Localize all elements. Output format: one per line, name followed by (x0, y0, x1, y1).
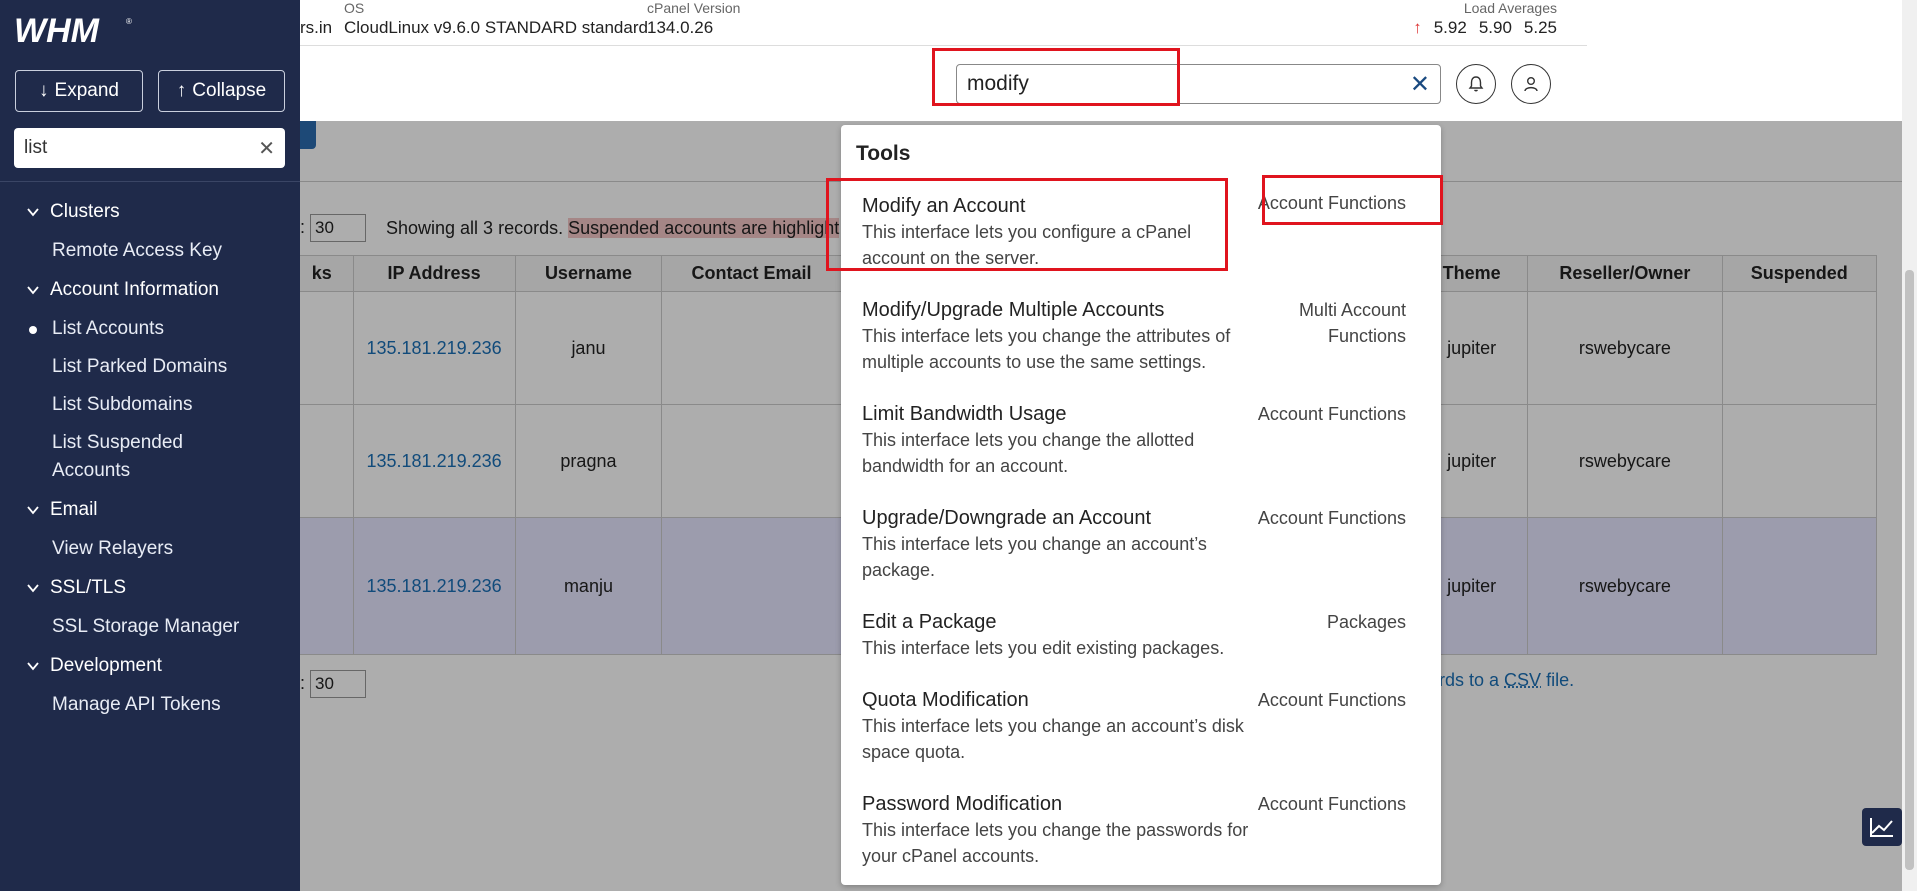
sidebar: WHM ® ↓ Expand ↑ Collapse ✕ Clusters Rem… (0, 0, 300, 891)
highlight-search-box (932, 48, 1180, 106)
notifications-button[interactable] (1456, 64, 1496, 104)
load-5: 5.90 (1478, 18, 1512, 37)
collapse-button[interactable]: ↑ Collapse (158, 70, 285, 112)
result-category: Packages (1326, 612, 1406, 632)
result-modify-upgrade-multiple-accounts[interactable]: Modify/Upgrade Multiple Accounts This in… (862, 297, 1427, 375)
nav-category-ssl-tls[interactable]: SSL/TLS (0, 568, 300, 608)
cpanel-version-value: 134.0.26 (647, 18, 714, 37)
result-desc: This interface lets you change an accoun… (862, 534, 1207, 580)
result-desc: This interface lets you change an accoun… (862, 716, 1244, 762)
arrow-up-icon: ↑ (176, 80, 187, 101)
result-desc: This interface lets you change the passw… (862, 820, 1249, 866)
result-edit-a-package[interactable]: Edit a Package This interface lets you e… (862, 609, 1427, 661)
whm-logo[interactable]: WHM ® (14, 12, 134, 48)
load-15: 5.25 (1523, 18, 1557, 37)
nav-category-label: Account Information (50, 279, 219, 300)
svg-text:WHM: WHM (14, 12, 100, 48)
nav-item-list-suspended-accounts[interactable]: List Suspended Accounts (0, 424, 220, 490)
chart-icon (1870, 818, 1893, 837)
chevron-down-icon (27, 286, 39, 295)
svg-text:®: ® (126, 17, 132, 26)
bell-icon (1468, 76, 1484, 92)
result-desc: This interface lets you change the allot… (862, 430, 1195, 476)
result-desc: This interface lets you edit existing pa… (862, 638, 1225, 658)
cpanel-version-label: cPanel Version (647, 0, 741, 16)
result-limit-bandwidth-usage[interactable]: Limit Bandwidth Usage This interface let… (862, 401, 1427, 479)
chevron-down-icon (27, 584, 39, 593)
nav-item-view-relayers[interactable]: View Relayers (0, 530, 300, 568)
nav-item-list-accounts[interactable]: List Accounts (0, 310, 300, 348)
load-averages-label: Load Averages (1463, 0, 1557, 16)
nav-category-label: Development (50, 655, 162, 676)
clear-icon[interactable]: ✕ (258, 136, 275, 160)
page-scrollbar[interactable] (1902, 0, 1917, 891)
chart-button[interactable] (1862, 808, 1902, 846)
chevron-down-icon (27, 662, 39, 671)
os-label: OS (344, 0, 365, 16)
sidebar-nav: Clusters Remote Access Key Account Infor… (0, 192, 300, 724)
arrow-up-icon: ↑ (1413, 18, 1422, 37)
nav-item-ssl-storage-manager[interactable]: SSL Storage Manager (0, 608, 300, 646)
nav-category-clusters[interactable]: Clusters (0, 192, 300, 232)
nav-category-label: Clusters (50, 201, 120, 222)
nav-category-label: Email (50, 499, 98, 520)
result-desc: This interface lets you change the attri… (862, 326, 1231, 372)
highlight-account-functions (1262, 175, 1443, 225)
header-divider (300, 45, 1587, 46)
expand-label: Expand (54, 80, 119, 101)
nav-category-email[interactable]: Email (0, 490, 300, 530)
result-category: Multi Account Functions (1298, 300, 1406, 346)
chevron-down-icon (27, 506, 39, 515)
chevron-down-icon (27, 208, 39, 217)
user-icon (1524, 77, 1538, 92)
nav-item-manage-api-tokens[interactable]: Manage API Tokens (0, 686, 300, 724)
collapse-label: Collapse (192, 80, 267, 101)
highlight-modify-account (826, 178, 1228, 271)
nav-item-list-subdomains[interactable]: List Subdomains (0, 386, 300, 424)
arrow-down-icon: ↓ (39, 80, 49, 101)
sidebar-search: ✕ (14, 128, 285, 168)
result-upgrade-downgrade-an-account[interactable]: Upgrade/Downgrade an Account This interf… (862, 505, 1427, 583)
sidebar-divider (0, 181, 300, 182)
load-averages-values: ↑ 5.92 5.90 5.25 (1413, 18, 1557, 38)
nav-category-development[interactable]: Development (0, 646, 300, 686)
nav-item-remote-access-key[interactable]: Remote Access Key (0, 232, 300, 270)
result-category: Account Functions (1257, 690, 1406, 710)
expand-button[interactable]: ↓ Expand (15, 70, 143, 112)
clear-search-icon[interactable]: ✕ (1410, 70, 1430, 98)
nav-category-label: SSL/TLS (50, 577, 127, 598)
nav-item-list-parked-domains[interactable]: List Parked Domains (0, 348, 300, 386)
nav-category-account-information[interactable]: Account Information (0, 270, 300, 310)
dropdown-title: Tools (856, 142, 911, 165)
os-value: CloudLinux v9.6.0 STANDARD standard (344, 18, 648, 37)
load-1: 5.92 (1433, 18, 1467, 37)
user-menu-button[interactable] (1511, 64, 1551, 104)
result-category: Account Functions (1257, 794, 1406, 814)
sidebar-search-input[interactable] (24, 137, 244, 159)
result-category: Account Functions (1257, 508, 1406, 528)
whm-page: WHM ® ↓ Expand ↑ Collapse ✕ Clusters Rem… (0, 0, 1917, 891)
result-category: Account Functions (1257, 404, 1406, 424)
result-quota-modification[interactable]: Quota Modification This interface lets y… (862, 687, 1427, 765)
scrollbar-thumb[interactable] (1905, 270, 1914, 870)
result-password-modification[interactable]: Password Modification This interface let… (862, 791, 1427, 869)
hostname-value: rs.in (300, 18, 333, 37)
